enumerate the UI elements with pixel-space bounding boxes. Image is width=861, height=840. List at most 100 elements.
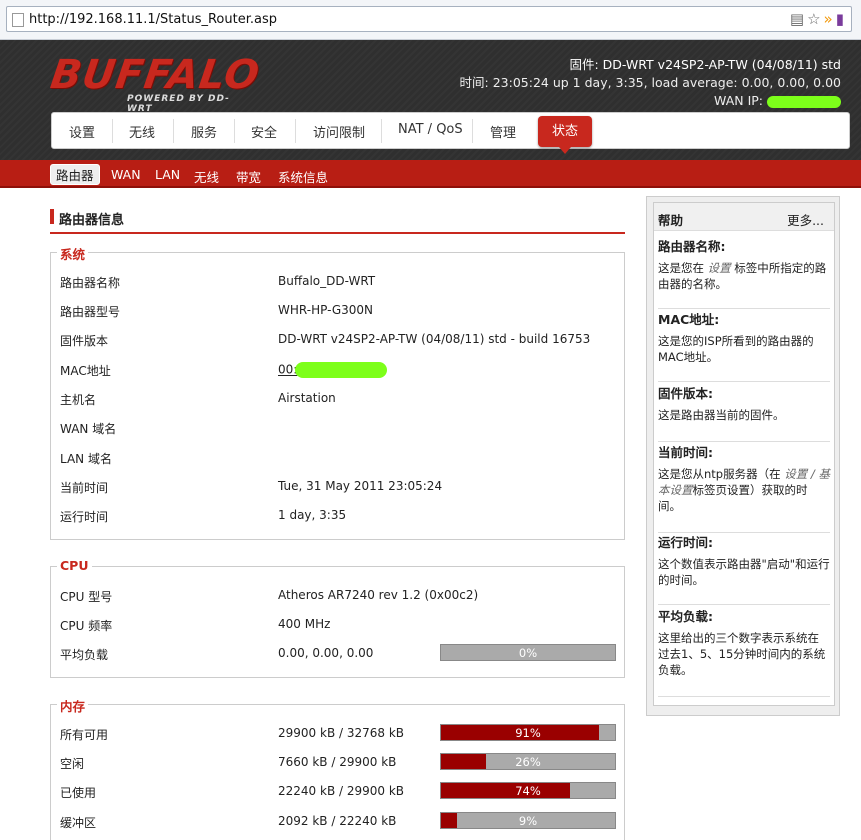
subnav-sysinfo[interactable]: 系统信息 bbox=[278, 167, 328, 186]
nav-administration[interactable]: 管理 bbox=[490, 122, 516, 141]
nav-nat-qos[interactable]: NAT / QoS bbox=[398, 122, 463, 137]
compatibility-icon[interactable]: ▤ bbox=[790, 10, 807, 28]
nav-services[interactable]: 服务 bbox=[191, 122, 217, 141]
help-section: 路由器名称: 这是您在 设置 标签中所指定的路由器的名称。 bbox=[658, 239, 830, 309]
row-label: CPU 型号 bbox=[60, 590, 113, 604]
mac-address-value[interactable]: 00: bbox=[278, 362, 388, 378]
row-label: 路由器型号 bbox=[60, 305, 121, 319]
help-section-title: 路由器名称: bbox=[658, 239, 726, 254]
help-inner: 帮助 更多... 路由器名称: 这是您在 设置 标签中所指定的路由器的名称。 M… bbox=[653, 202, 835, 706]
memory-progress-bar: 26% bbox=[440, 753, 616, 770]
help-header: 帮助 更多... bbox=[654, 203, 834, 231]
help-section-text: 这个数值表示路由器"启动"和运行的时间。 bbox=[658, 556, 830, 588]
page-title: 路由器信息 bbox=[50, 208, 625, 234]
help-section: 平均负载: 这里给出的三个数字表示系统在过去1、5、15分钟时间内的系统负载。 bbox=[658, 609, 830, 697]
help-emphasis: 设置 bbox=[707, 261, 731, 275]
cpu-section: CPU CPU 型号 Atheros AR7240 rev 1.2 (0x00c… bbox=[50, 558, 625, 678]
bookmark-icon[interactable]: ▮ bbox=[836, 10, 847, 28]
address-bar-icons: ▤☆»▮ bbox=[790, 10, 847, 28]
help-section-title: 当前时间: bbox=[658, 445, 713, 460]
row-label: 已使用 bbox=[60, 786, 97, 800]
row-value: 22240 kB / 29900 kB bbox=[278, 784, 405, 798]
nav-separator bbox=[472, 119, 473, 143]
help-title: 帮助 bbox=[658, 213, 684, 228]
nav-wireless[interactable]: 无线 bbox=[129, 122, 155, 141]
wan-ip-redaction bbox=[767, 95, 841, 108]
help-section-text: 这是您在 设置 标签中所指定的路由器的名称。 bbox=[658, 260, 830, 292]
help-section: MAC地址: 这是您的ISP所看到的路由器的MAC地址。 bbox=[658, 312, 830, 382]
rss-icon[interactable]: » bbox=[824, 10, 836, 28]
progress-label: 91% bbox=[515, 726, 541, 740]
help-section-title: 平均负载: bbox=[658, 609, 713, 624]
help-section-title: MAC地址: bbox=[658, 312, 720, 327]
wan-ip-info: WAN IP: bbox=[460, 92, 841, 110]
nav-setup[interactable]: 设置 bbox=[69, 122, 95, 141]
memory-progress-bar: 91% bbox=[440, 724, 616, 741]
help-text: 这是您的ISP所看到的路由器的MAC地址。 bbox=[658, 334, 814, 364]
load-progress-bar: 0% bbox=[440, 644, 616, 661]
help-section: 固件版本: 这是路由器当前的固件。 bbox=[658, 386, 830, 442]
address-text[interactable]: http://192.168.11.1/Status_Router.asp bbox=[29, 12, 277, 27]
progress-label: 26% bbox=[515, 755, 541, 769]
nav-separator bbox=[295, 119, 296, 143]
subnav-router[interactable]: 路由器 bbox=[50, 164, 100, 185]
subnav-bandwidth[interactable]: 带宽 bbox=[236, 167, 261, 186]
cpu-legend: CPU bbox=[57, 558, 92, 573]
help-section: 运行时间: 这个数值表示路由器"启动"和运行的时间。 bbox=[658, 535, 830, 605]
help-text: 这个数值表示路由器"启动"和运行的时间。 bbox=[658, 557, 830, 587]
title-accent-bar bbox=[50, 209, 54, 224]
mac-redaction bbox=[295, 362, 388, 378]
help-text: 这是您从ntp服务器（在 bbox=[658, 467, 785, 481]
subnav-wan[interactable]: WAN bbox=[111, 167, 141, 182]
help-text: 这是路由器当前的固件。 bbox=[658, 408, 785, 422]
system-section: 系统 路由器名称 Buffalo_DD-WRT 路由器型号 WHR-HP-G30… bbox=[50, 244, 625, 540]
memory-legend: 内存 bbox=[57, 696, 89, 715]
row-label: 缓冲区 bbox=[60, 816, 97, 830]
row-label: LAN 域名 bbox=[60, 452, 112, 466]
system-legend: 系统 bbox=[57, 244, 89, 263]
row-label: WAN 域名 bbox=[60, 422, 117, 436]
nav-separator bbox=[381, 119, 382, 143]
row-value: WHR-HP-G300N bbox=[278, 303, 374, 317]
row-value: 29900 kB / 32768 kB bbox=[278, 726, 405, 740]
row-value: Atheros AR7240 rev 1.2 (0x00c2) bbox=[278, 588, 479, 602]
row-label: 主机名 bbox=[60, 393, 97, 407]
nav-access-restrictions[interactable]: 访问限制 bbox=[313, 122, 365, 141]
progress-label: 9% bbox=[518, 814, 538, 828]
main-content: 路由器信息 系统 路由器名称 Buffalo_DD-WRT 路由器型号 WHR-… bbox=[32, 190, 842, 840]
row-value: Airstation bbox=[278, 391, 336, 405]
progress-label: 74% bbox=[515, 784, 541, 798]
row-label: CPU 频率 bbox=[60, 619, 113, 633]
nav-separator bbox=[234, 119, 235, 143]
row-label: 运行时间 bbox=[60, 510, 109, 524]
browser-toolbar: http://192.168.11.1/Status_Router.asp ▤☆… bbox=[0, 0, 861, 40]
memory-section: 内存 所有可用 29900 kB / 32768 kB 91% 空闲 7660 … bbox=[50, 696, 625, 840]
row-label: 平均负载 bbox=[60, 648, 109, 662]
header-info: 固件: DD-WRT v24SP2-AP-TW (04/08/11) std 时… bbox=[460, 56, 841, 110]
help-section-text: 这是您的ISP所看到的路由器的MAC地址。 bbox=[658, 333, 830, 365]
row-label: MAC地址 bbox=[60, 364, 111, 378]
logo-subtitle: POWERED BY DD-WRT bbox=[127, 94, 230, 114]
help-section-text: 这是您从ntp服务器（在 设置 / 基本设置标签页设置）获取的时间。 bbox=[658, 466, 830, 514]
help-section-text: 这里给出的三个数字表示系统在过去1、5、15分钟时间内的系统负载。 bbox=[658, 630, 830, 678]
help-section-title: 运行时间: bbox=[658, 535, 713, 550]
subnav-lan[interactable]: LAN bbox=[155, 167, 180, 182]
address-bar[interactable]: http://192.168.11.1/Status_Router.asp ▤☆… bbox=[6, 6, 852, 32]
nav-security[interactable]: 安全 bbox=[251, 122, 277, 141]
memory-progress-bar: 9% bbox=[440, 812, 616, 829]
row-label: 当前时间 bbox=[60, 481, 109, 495]
help-section-title: 固件版本: bbox=[658, 386, 713, 401]
row-value: Tue, 31 May 2011 23:05:24 bbox=[278, 479, 443, 493]
help-text: 这里给出的三个数字表示系统在过去1、5、15分钟时间内的系统负载。 bbox=[658, 631, 826, 677]
nav-separator bbox=[173, 119, 174, 143]
row-label: 路由器名称 bbox=[60, 276, 121, 290]
wan-ip-label: WAN IP: bbox=[714, 93, 767, 108]
favorite-star-icon[interactable]: ☆ bbox=[807, 10, 823, 28]
row-value: 0.00, 0.00, 0.00 bbox=[278, 646, 374, 660]
router-header: BUFFALO POWERED BY DD-WRT 固件: DD-WRT v24… bbox=[0, 40, 861, 160]
sub-nav: 路由器 WAN LAN 无线 带宽 系统信息 bbox=[0, 160, 861, 188]
page-icon bbox=[12, 13, 24, 27]
nav-status[interactable]: 状态 bbox=[538, 116, 592, 154]
subnav-wireless[interactable]: 无线 bbox=[194, 167, 219, 186]
help-more-link[interactable]: 更多... bbox=[787, 210, 824, 229]
